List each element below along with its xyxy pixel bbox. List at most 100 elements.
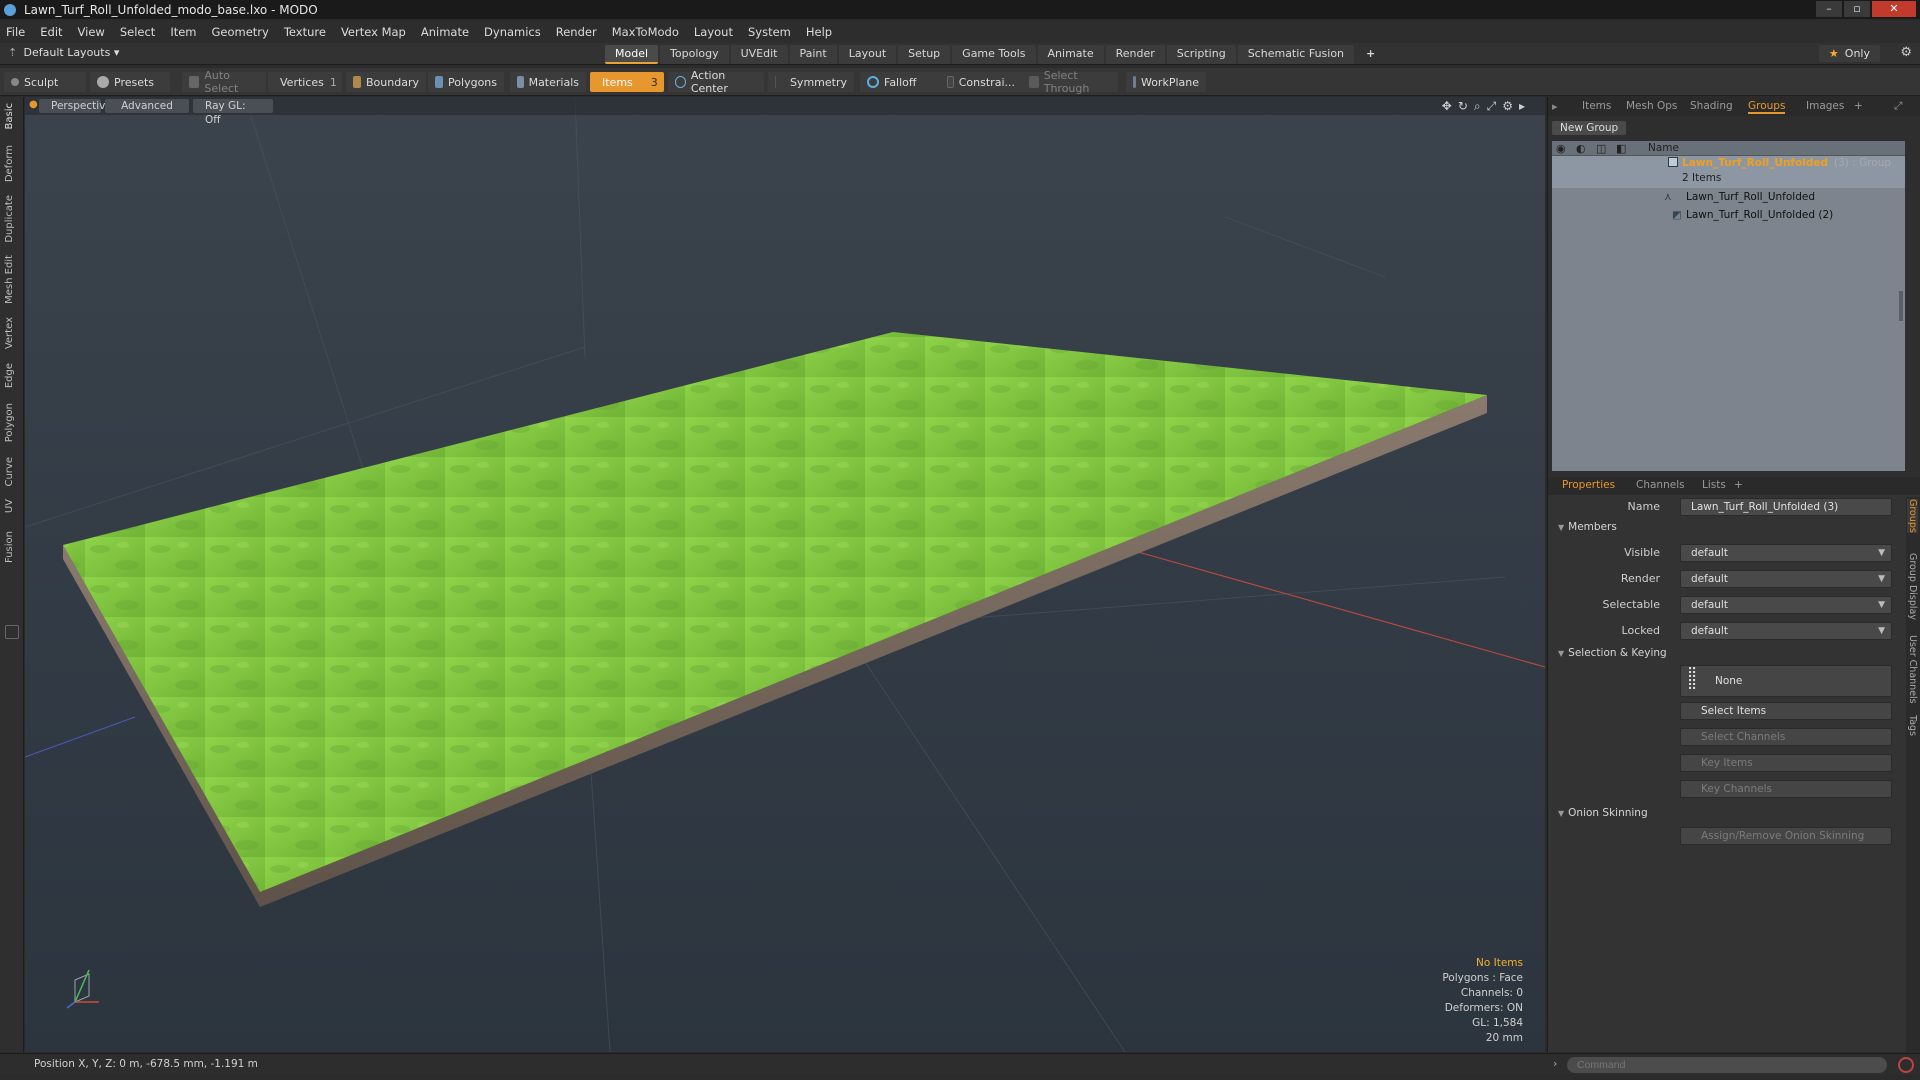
tab-groups[interactable]: Groups	[1748, 100, 1786, 114]
close-icon[interactable]: ✕	[1872, 1, 1916, 17]
select-through-button[interactable]: Select Through	[1022, 69, 1118, 95]
vertices-button[interactable]: Vertices 1	[268, 72, 342, 92]
menu-system[interactable]: System	[748, 25, 791, 39]
expand-icon[interactable]: ⤢	[1894, 100, 1902, 113]
tab-layout[interactable]: Layout	[838, 45, 897, 64]
panel-menu-icon[interactable]: ▸	[1552, 100, 1558, 113]
auto-select-button[interactable]: Auto Select	[182, 69, 266, 95]
workplane-button[interactable]: WorkPlane	[1126, 72, 1206, 92]
tab-groups-side[interactable]: Groups	[1907, 499, 1918, 533]
tab-duplicate[interactable]: Duplicate	[4, 195, 15, 243]
action-center-button[interactable]: Action Center	[668, 69, 764, 95]
menu-file[interactable]: File	[6, 25, 25, 39]
menu-help[interactable]: Help	[806, 25, 832, 39]
locked-dropdown[interactable]: default ▼	[1680, 622, 1892, 640]
select-items-button[interactable]: Select Items	[1680, 702, 1892, 720]
members-section[interactable]: ▼ Members	[1558, 521, 1617, 533]
materials-button[interactable]: Materials	[510, 72, 586, 92]
menu-maxtomodo[interactable]: MaxToModo	[612, 25, 679, 39]
tab-setup[interactable]: Setup	[898, 45, 951, 64]
menu-edit[interactable]: Edit	[40, 25, 62, 39]
tab-deform[interactable]: Deform	[4, 145, 15, 182]
tab-render[interactable]: Render	[1105, 45, 1165, 64]
viewport-nav-icons[interactable]: ✥↻⌕⤢⚙▸	[1442, 99, 1531, 114]
add-tab-icon[interactable]: +	[1734, 479, 1743, 491]
tab-lists[interactable]: Lists	[1702, 479, 1726, 491]
maximize-icon[interactable]: ▫	[1844, 1, 1870, 17]
tab-game-tools[interactable]: Game Tools	[952, 45, 1036, 64]
command-input[interactable]	[1567, 1057, 1887, 1073]
tab-scripting[interactable]: Scripting	[1166, 45, 1236, 64]
tab-properties[interactable]: Properties	[1562, 479, 1615, 491]
tab-polygon[interactable]: Polygon	[4, 403, 15, 442]
tab-paint[interactable]: Paint	[789, 45, 837, 64]
onion-skinning-button[interactable]: Assign/Remove Onion Skinning	[1680, 827, 1892, 845]
render-dropdown[interactable]: default ▼	[1680, 570, 1892, 588]
name-field[interactable]: Lawn_Turf_Roll_Unfolded (3)	[1680, 498, 1892, 516]
selection-set-field[interactable]: ⠿ ⠿ None	[1680, 665, 1892, 697]
only-toggle[interactable]: ★ Only	[1818, 45, 1880, 62]
tab-uvedit[interactable]: UVEdit	[730, 45, 788, 64]
advanced-button[interactable]: Advanced	[105, 99, 189, 113]
tab-model[interactable]: Model	[605, 45, 659, 64]
layout-dropdown[interactable]: ⇡ Default Layouts ▾	[8, 46, 119, 59]
menu-layout[interactable]: Layout	[694, 25, 733, 39]
raygl-button[interactable]: Ray GL: Off	[193, 99, 273, 126]
tab-mesh-ops[interactable]: Mesh Ops	[1626, 100, 1677, 112]
minimize-icon[interactable]: –	[1816, 1, 1842, 17]
viewport-menu-icon[interactable]: ●	[29, 99, 38, 110]
record-icon[interactable]	[1898, 1057, 1914, 1073]
selectable-dropdown[interactable]: default ▼	[1680, 596, 1892, 614]
sculpt-button[interactable]: Sculpt	[4, 72, 86, 92]
tab-tags[interactable]: Tags	[1907, 715, 1918, 736]
constraint-button[interactable]: Constrai...	[940, 72, 1022, 92]
tab-curve[interactable]: Curve	[4, 457, 15, 487]
key-channels-button[interactable]: Key Channels	[1680, 780, 1892, 798]
menu-geometry[interactable]: Geometry	[212, 25, 269, 39]
new-group-button[interactable]: New Group	[1552, 121, 1627, 135]
tab-animate[interactable]: Animate	[1037, 45, 1104, 64]
tab-items[interactable]: Items	[1582, 100, 1611, 112]
menu-render[interactable]: Render	[556, 25, 597, 39]
tab-uv[interactable]: UV	[4, 499, 15, 513]
tab-topology[interactable]: Topology	[660, 45, 729, 64]
polygons-button[interactable]: Polygons	[428, 72, 504, 92]
tab-group-display[interactable]: Group Display	[1907, 553, 1918, 620]
presets-button[interactable]: Presets	[90, 72, 170, 92]
member-row[interactable]: ◩ Lawn_Turf_Roll_Unfolded (2)	[1552, 208, 1905, 224]
menu-item[interactable]: Item	[170, 25, 196, 39]
selection-keying-section[interactable]: ▼ Selection & Keying	[1558, 647, 1667, 659]
visible-dropdown[interactable]: default ▼	[1680, 544, 1892, 562]
tab-user-channels[interactable]: User Channels	[1907, 635, 1918, 704]
key-items-button[interactable]: Key Items	[1680, 754, 1892, 772]
add-tab-icon[interactable]: +	[1356, 45, 1385, 64]
tab-edge[interactable]: Edge	[4, 363, 15, 388]
tab-vertex[interactable]: Vertex	[4, 317, 15, 349]
expand-tools-icon[interactable]	[5, 625, 19, 639]
3d-viewport[interactable]: ● Perspective Advanced Ray GL: Off ✥↻⌕⤢⚙…	[25, 97, 1545, 1052]
tab-images[interactable]: Images	[1806, 100, 1844, 112]
tab-mesh-edit[interactable]: Mesh Edit	[4, 255, 15, 304]
chevron-right-icon[interactable]: ›	[1553, 1057, 1557, 1070]
perspective-button[interactable]: Perspective	[39, 99, 112, 113]
menu-select[interactable]: Select	[120, 25, 155, 39]
boundary-button[interactable]: Boundary	[346, 72, 426, 92]
menu-texture[interactable]: Texture	[284, 25, 326, 39]
tab-shading[interactable]: Shading	[1690, 100, 1733, 112]
select-channels-button[interactable]: Select Channels	[1680, 728, 1892, 746]
tab-basic[interactable]: Basic	[4, 103, 15, 129]
falloff-button[interactable]: Falloff	[860, 72, 944, 92]
onion-skinning-section[interactable]: ▼ Onion Skinning	[1558, 807, 1648, 819]
menu-view[interactable]: View	[78, 25, 105, 39]
add-tab-icon[interactable]: +	[1854, 100, 1863, 112]
menu-dynamics[interactable]: Dynamics	[484, 25, 541, 39]
list-scrollbar[interactable]	[1899, 291, 1903, 321]
menu-vertex-map[interactable]: Vertex Map	[341, 25, 406, 39]
group-row[interactable]: Lawn_Turf_Roll_Unfolded (3) : Group 2 It…	[1552, 156, 1905, 188]
tab-fusion[interactable]: Fusion	[4, 531, 15, 563]
menu-animate[interactable]: Animate	[421, 25, 469, 39]
gear-icon[interactable]: ⚙	[1900, 45, 1912, 60]
items-button[interactable]: Items 3	[590, 72, 664, 92]
tab-schematic-fusion[interactable]: Schematic Fusion	[1237, 45, 1355, 64]
member-row[interactable]: ⋏ Lawn_Turf_Roll_Unfolded	[1552, 190, 1905, 206]
